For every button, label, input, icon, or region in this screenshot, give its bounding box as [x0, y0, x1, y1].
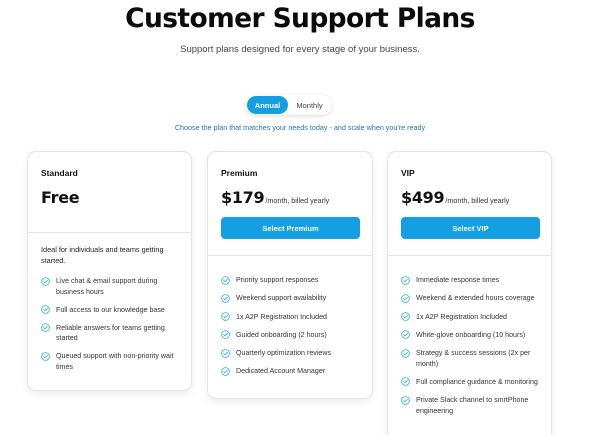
feature-item: Guided onboarding (2 hours)	[221, 330, 369, 341]
plan-name: VIP	[401, 168, 415, 178]
feature-item: 1x A2P Registration Included	[401, 312, 547, 323]
feature-item: 1x A2P Registration Included	[221, 312, 369, 323]
feature-item: White-glove onboarding (10 hours)	[401, 330, 547, 341]
feature-list: Priority support responses Weekend suppor…	[221, 275, 369, 385]
plan-price: Free	[41, 188, 80, 207]
price-row: $499 /month, billed yearly	[401, 188, 509, 207]
feature-item: Queued support with non-priority wait ti…	[41, 351, 187, 372]
plan-price: $499	[401, 188, 445, 207]
check-circle-icon	[221, 312, 230, 321]
page-subtitle: Support plans designed for every stage o…	[180, 44, 420, 55]
select-premium-button[interactable]: Select Premium	[221, 217, 360, 239]
card-divider	[388, 255, 551, 256]
plan-price: $179	[221, 188, 265, 207]
feature-item: Priority support responses	[221, 275, 369, 286]
feature-item: Dedicated Account Manager	[221, 366, 369, 377]
feature-text: Full access to our knowledge base	[56, 305, 165, 314]
select-vip-button[interactable]: Select VIP	[401, 217, 540, 239]
check-circle-icon	[221, 275, 230, 285]
plan-card-standard: Standard Free Ideal for individuals and …	[27, 151, 192, 391]
feature-text: Queued support with non-priority wait ti…	[56, 352, 174, 371]
plan-card-premium: Premium $179 /month, billed yearly Selec…	[207, 151, 373, 399]
check-circle-icon	[401, 330, 410, 340]
feature-text: Priority support responses	[236, 276, 319, 284]
feature-list: Live chat & email support during busines…	[41, 276, 187, 380]
monthly-toggle-button[interactable]: Monthly	[288, 96, 331, 114]
feature-text: Dedicated Account Manager	[236, 367, 326, 376]
price-row: $179 /month, billed yearly	[221, 188, 329, 207]
card-divider	[208, 255, 372, 256]
check-circle-icon	[41, 351, 50, 361]
billing-period: /month, billed yearly	[445, 196, 510, 205]
feature-text: Weekend & extended hours coverage	[416, 294, 535, 303]
check-circle-icon	[41, 276, 50, 286]
check-circle-icon	[221, 330, 230, 340]
feature-text: Strategy & success sessions (2x per mont…	[416, 349, 531, 368]
check-circle-icon	[401, 294, 410, 303]
annual-toggle-button[interactable]: Annual	[247, 96, 288, 114]
feature-item: Weekend support availability	[221, 293, 369, 304]
feature-list: Immediate response times Weekend & extend…	[401, 275, 547, 424]
check-circle-icon	[221, 294, 230, 303]
feature-item: Private Slack channel to smrtPhone engin…	[401, 395, 547, 416]
plan-name: Premium	[221, 168, 258, 178]
feature-item: Full access to our knowledge base	[41, 305, 187, 316]
check-circle-icon	[41, 305, 50, 314]
check-circle-icon	[401, 348, 410, 358]
billing-period-toggle: Annual Monthly	[246, 95, 332, 115]
feature-item: Immediate response times	[401, 275, 547, 286]
plan-description: Ideal for individuals and teams getting …	[41, 245, 164, 265]
feature-item: Live chat & email support during busines…	[41, 276, 187, 297]
feature-text: Weekend support availability	[236, 294, 327, 303]
feature-text: Live chat & email support during busines…	[56, 277, 158, 296]
plan-choice-hint: Choose the plan that matches your needs …	[174, 123, 426, 132]
feature-item: Quarterly optimization reviews	[221, 348, 369, 359]
feature-item: Strategy & success sessions (2x per mont…	[401, 348, 547, 369]
feature-text: Private Slack channel to smrtPhone engin…	[416, 396, 529, 415]
page-title: Customer Support Plans	[125, 3, 475, 34]
check-circle-icon	[401, 312, 410, 321]
check-circle-icon	[221, 348, 230, 358]
feature-text: 1x A2P Registration Included	[416, 312, 507, 321]
check-circle-icon	[401, 396, 410, 405]
feature-text: White-glove onboarding (10 hours)	[416, 330, 526, 339]
billing-period: /month, billed yearly	[265, 196, 330, 205]
feature-text: Quarterly optimization reviews	[236, 349, 332, 358]
feature-item: Full compliance guidance & monitoring	[401, 377, 547, 388]
price-row: Free	[41, 188, 80, 207]
check-circle-icon	[41, 323, 50, 332]
feature-item: Weekend & extended hours coverage	[401, 293, 547, 304]
check-circle-icon	[221, 367, 230, 376]
feature-text: 1x A2P Registration Included	[236, 312, 327, 321]
plan-name: Standard	[41, 168, 78, 178]
feature-item: Reliable answers for teams getting start…	[41, 323, 187, 344]
card-divider	[28, 232, 191, 233]
feature-text: Immediate response times	[416, 276, 500, 284]
check-circle-icon	[401, 377, 410, 387]
plan-card-vip: VIP $499 /month, billed yearly Select VI…	[387, 151, 552, 435]
feature-text: Guided onboarding (2 hours)	[236, 330, 327, 339]
feature-text: Reliable answers for teams getting start…	[56, 323, 165, 343]
check-circle-icon	[401, 275, 410, 285]
feature-text: Full compliance guidance & monitoring	[416, 377, 538, 386]
